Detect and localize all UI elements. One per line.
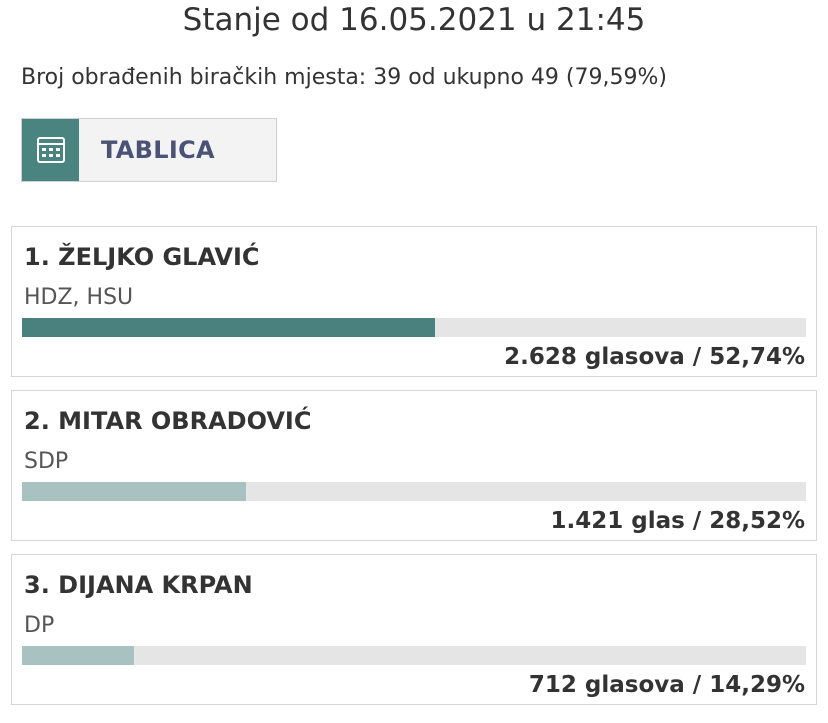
vote-share-bar-fill (22, 646, 135, 665)
vote-share-bar-track (22, 318, 806, 337)
candidate-party: SDP (24, 449, 69, 474)
table-view-label: TABLICA (101, 136, 215, 164)
vote-share-bar-fill (22, 482, 246, 501)
candidate-card: 2. MITAR OBRADOVIĆ SDP 1.421 glas / 28,5… (11, 390, 817, 541)
candidate-card: 3. DIJANA KRPAN DP 712 glasova / 14,29% (11, 554, 817, 705)
vote-share-bar-track (22, 482, 806, 501)
candidate-result: 1.421 glas / 28,52% (550, 508, 805, 534)
results-page: Stanje od 16.05.2021 u 21:45 Broj obrađe… (0, 0, 828, 723)
candidate-party: DP (24, 613, 55, 638)
vote-share-bar-track (22, 646, 806, 665)
calendar-grid-icon (22, 119, 79, 181)
candidate-name: 1. ŽELJKO GLAVIĆ (24, 243, 260, 271)
vote-share-bar-fill (22, 318, 436, 337)
candidate-party: HDZ, HSU (24, 285, 134, 310)
candidate-name: 3. DIJANA KRPAN (24, 571, 253, 599)
page-title: Stanje od 16.05.2021 u 21:45 (182, 2, 646, 38)
candidate-result: 2.628 glasova / 52,74% (504, 344, 805, 370)
candidate-name: 2. MITAR OBRADOVIĆ (24, 407, 312, 435)
candidate-card: 1. ŽELJKO GLAVIĆ HDZ, HSU 2.628 glasova … (11, 226, 817, 377)
table-view-button[interactable]: TABLICA (21, 118, 277, 182)
candidate-result: 712 glasova / 14,29% (528, 672, 805, 698)
polling-stations-summary: Broj obrađenih biračkih mjesta: 39 od uk… (21, 65, 667, 90)
